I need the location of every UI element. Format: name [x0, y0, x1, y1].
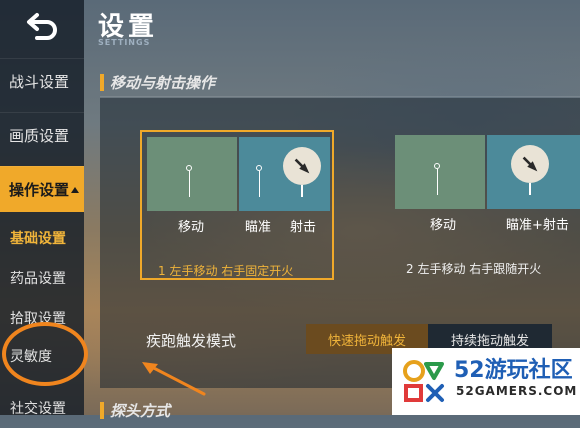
section-accent-bar [100, 74, 104, 91]
fire-label: 射击 [290, 220, 317, 235]
watermark-logo-icon [403, 360, 444, 402]
watermark: 52游玩社区 52GAMERS.COM [392, 348, 580, 415]
fire-stem [301, 185, 303, 197]
fire-button [283, 147, 321, 185]
sidebar-subitem-basic[interactable]: 基础设置 [0, 218, 84, 258]
option-caption: 1 左手移动 右手固定开火 [158, 264, 294, 278]
aim-label: 瞄准 [245, 220, 272, 235]
sidebar-subitem-social[interactable]: 社交设置 [0, 388, 84, 428]
back-button[interactable] [0, 0, 84, 52]
sidebar-subitem-label: 社交设置 [10, 401, 66, 417]
sidebar-item-graphics[interactable]: 画质设置 [0, 112, 84, 158]
sprint-mode-label: 疾跑触发模式 [146, 332, 237, 350]
sidebar-item-combat[interactable]: 战斗设置 [0, 58, 84, 104]
move-label: 移动 [178, 220, 205, 235]
aim-fire-label: 瞄准+射击 [506, 218, 569, 233]
sidebar-subitem-medicine[interactable]: 药品设置 [0, 258, 84, 298]
annotation-circle [2, 322, 88, 386]
move-label: 移动 [430, 218, 457, 233]
sidebar-subitem-label: 基础设置 [10, 231, 66, 247]
move-zone-stem [188, 171, 190, 197]
section-accent-bar [100, 402, 104, 419]
sidebar-subitem-label: 药品设置 [10, 271, 66, 287]
move-zone [395, 135, 485, 209]
sidebar-item-label: 战斗设置 [9, 73, 70, 91]
back-arrow-icon [27, 13, 57, 40]
bullet-icon [294, 158, 310, 174]
expand-triangle-icon [71, 186, 80, 193]
option-caption: 2 左手移动 右手跟随开火 [406, 262, 542, 276]
section-title: 移动与射击操作 [110, 74, 216, 92]
fire-stem [529, 183, 531, 195]
aim-zone-stem [258, 171, 260, 197]
watermark-title: 52游玩社区 [454, 358, 573, 383]
aim-zone [239, 137, 330, 211]
section-title: 探头方式 [110, 402, 171, 420]
fire-button [511, 145, 549, 183]
control-option-1[interactable]: 移动 瞄准 射击 1 左手移动 右手固定开火 [140, 130, 334, 280]
sidebar-item-label: 操作设置 [9, 181, 70, 199]
move-zone [147, 137, 237, 211]
watermark-url: 52GAMERS.COM [456, 384, 578, 398]
sidebar-item-label: 画质设置 [9, 127, 70, 145]
control-option-2[interactable]: 移动 瞄准+射击 2 左手移动 右手跟随开火 [390, 130, 580, 280]
section-header-move-shoot: 移动与射击操作 [100, 72, 580, 97]
page-subtitle: SETTINGS [98, 38, 151, 47]
sidebar-item-controls[interactable]: 操作设置 [0, 166, 84, 212]
aim-fire-zone [487, 135, 580, 209]
bullet-icon [522, 156, 538, 172]
annotation-arrow-icon [142, 362, 206, 396]
move-zone-stem [436, 169, 438, 195]
section-divider [100, 96, 580, 97]
